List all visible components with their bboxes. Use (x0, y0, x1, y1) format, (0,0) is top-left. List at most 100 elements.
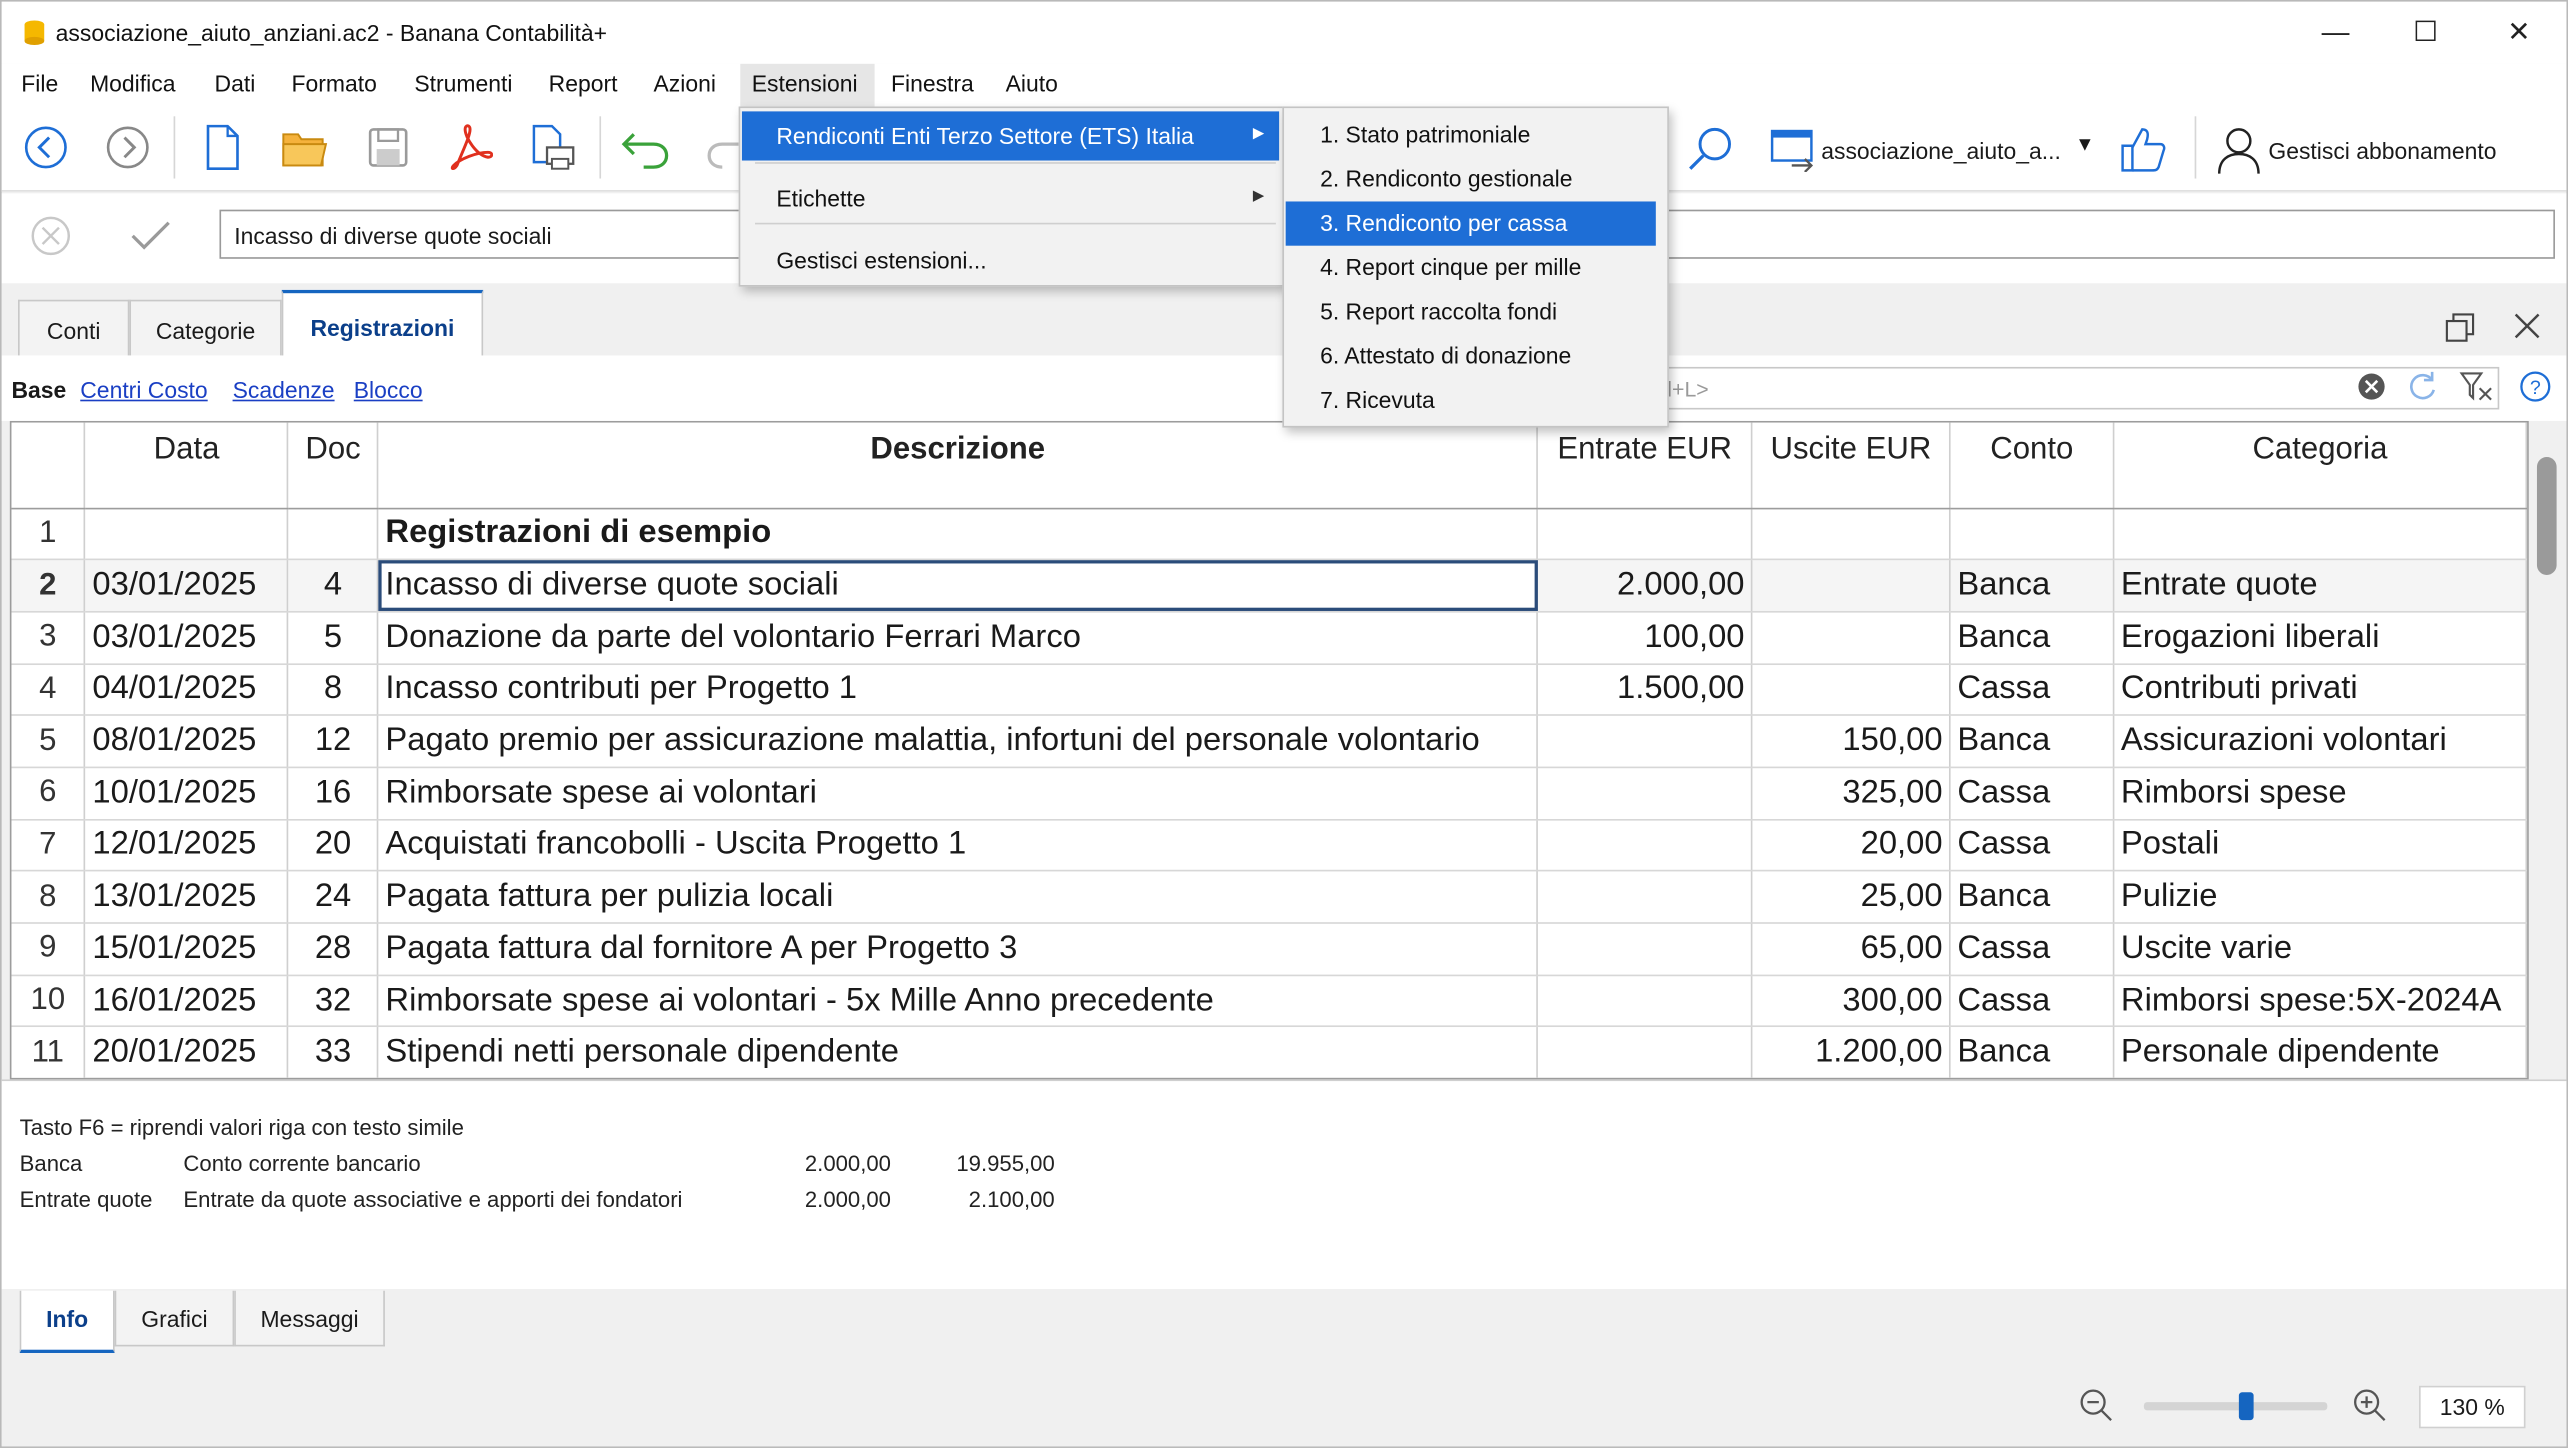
expense-cell[interactable]: 150,00 (1751, 715, 1951, 769)
print-preview-icon[interactable] (527, 123, 576, 172)
zoom-out-icon[interactable] (2078, 1387, 2114, 1423)
menu-item-etichette[interactable]: Etichette (742, 174, 1279, 223)
expense-cell[interactable] (1751, 559, 1951, 613)
save-icon[interactable] (365, 124, 411, 170)
income-cell[interactable] (1537, 1026, 1753, 1078)
account-cell[interactable] (1949, 507, 2115, 561)
doc-cell[interactable]: 24 (288, 871, 379, 924)
close-button[interactable]: ✕ (2475, 2, 2563, 64)
menu-report[interactable]: Report (545, 70, 620, 96)
doc-cell[interactable]: 20 (288, 819, 379, 872)
expense-cell[interactable]: 1.200,00 (1751, 1026, 1951, 1078)
menu-strumenti[interactable]: Strumenti (411, 70, 516, 96)
menu-item-gestisci-estensioni[interactable]: Gestisci estensioni... (742, 236, 1279, 285)
category-cell[interactable]: Personale dipendente (2113, 1026, 2528, 1078)
category-cell[interactable]: Rimborsi spese:5X-2024A (2113, 974, 2528, 1028)
header-uscite[interactable]: Uscite EUR (1751, 422, 1951, 509)
file-selector[interactable]: associazione_aiuto_a... (1821, 138, 2061, 164)
income-cell[interactable] (1537, 767, 1753, 821)
refresh-icon[interactable] (2406, 370, 2439, 403)
manage-subscription-button[interactable]: Gestisci abbonamento (2268, 138, 2496, 164)
income-cell[interactable] (1537, 819, 1753, 872)
header-descrizione[interactable]: Descrizione (378, 422, 1539, 509)
category-cell[interactable]: Postali (2113, 819, 2528, 872)
header-conto[interactable]: Conto (1949, 422, 2115, 509)
view-base[interactable]: Base (11, 377, 66, 403)
header-doc[interactable]: Doc (288, 422, 379, 509)
header-entrate[interactable]: Entrate EUR (1537, 422, 1753, 509)
tab-categorie[interactable]: Categorie (129, 299, 282, 356)
date-cell[interactable]: 03/01/2025 (85, 559, 289, 613)
scrollbar-thumb[interactable] (2536, 457, 2557, 575)
income-cell[interactable]: 2.000,00 (1537, 559, 1753, 613)
income-cell[interactable]: 1.500,00 (1537, 663, 1753, 717)
expense-cell[interactable] (1751, 663, 1951, 717)
doc-cell[interactable]: 32 (288, 974, 379, 1028)
close-table-icon[interactable] (2512, 311, 2541, 340)
doc-cell[interactable]: 4 (288, 559, 379, 613)
menu-aiuto[interactable]: Aiuto (1002, 70, 1061, 96)
minimize-button[interactable]: — (2291, 2, 2379, 64)
submenu-report-raccolta-fondi[interactable]: 5. Report raccolta fondi (1286, 290, 1656, 334)
restore-window-icon[interactable] (2444, 311, 2477, 344)
date-cell[interactable]: 20/01/2025 (85, 1026, 289, 1078)
expense-cell[interactable] (1751, 507, 1951, 561)
description-cell[interactable]: Stipendi netti personale dipendente (378, 1026, 1539, 1078)
date-cell[interactable] (85, 507, 289, 561)
menu-azioni[interactable]: Azioni (650, 70, 719, 96)
view-centri-costo[interactable]: Centri Costo (80, 377, 207, 403)
expense-cell[interactable]: 65,00 (1751, 923, 1951, 976)
undo-icon[interactable] (621, 128, 673, 171)
submenu-rendiconto-per-cassa[interactable]: 3. Rendiconto per cassa (1285, 201, 1656, 246)
open-folder-icon[interactable] (280, 124, 329, 170)
account-cell[interactable]: Banca (1949, 871, 2115, 924)
income-cell[interactable] (1537, 923, 1753, 976)
menu-finestra[interactable]: Finestra (888, 70, 977, 96)
zoom-slider[interactable] (2143, 1402, 2328, 1411)
new-file-icon[interactable] (201, 123, 244, 172)
help-icon[interactable]: ? (2519, 370, 2552, 403)
thumbs-up-icon[interactable] (2116, 123, 2168, 175)
date-cell[interactable]: 08/01/2025 (85, 715, 289, 769)
tab-conti[interactable]: Conti (18, 299, 130, 356)
menu-item-rendiconti-ets[interactable]: Rendiconti Enti Terzo Settore (ETS) Ital… (741, 111, 1280, 161)
description-cell[interactable]: Incasso contributi per Progetto 1 (378, 663, 1539, 717)
tab-registrazioni[interactable]: Registrazioni (281, 289, 484, 358)
table-row[interactable]: 2 03/01/2025 4 Incasso di diverse quote soc… (11, 559, 2528, 613)
view-scadenze[interactable]: Scadenze (233, 377, 335, 403)
header-categoria[interactable]: Categoria (2113, 422, 2528, 509)
description-cell[interactable]: Pagata fattura dal fornitore A per Proge… (378, 923, 1539, 976)
description-cell[interactable]: Rimborsate spese ai volontari (378, 767, 1539, 821)
confirm-edit-icon[interactable] (128, 216, 174, 255)
submenu-ricevuta[interactable]: 7. Ricevuta (1286, 378, 1656, 422)
category-cell[interactable]: Assicurazioni volontari (2113, 715, 2528, 769)
income-cell[interactable] (1537, 715, 1753, 769)
account-cell[interactable]: Banca (1949, 559, 2115, 613)
menu-file[interactable]: File (18, 70, 62, 96)
submenu-rendiconto-gestionale[interactable]: 2. Rendiconto gestionale (1286, 157, 1656, 201)
account-cell[interactable]: Cassa (1949, 767, 2115, 821)
view-blocco[interactable]: Blocco (354, 377, 423, 403)
filter-clear-icon[interactable] (2458, 370, 2494, 403)
header-data[interactable]: Data (85, 422, 289, 509)
doc-cell[interactable]: 12 (288, 715, 379, 769)
doc-cell[interactable]: 5 (288, 611, 379, 665)
category-cell[interactable]: Uscite varie (2113, 923, 2528, 976)
date-cell[interactable]: 15/01/2025 (85, 923, 289, 976)
cancel-edit-icon[interactable] (29, 215, 72, 258)
pdf-icon[interactable] (447, 123, 493, 172)
menu-modifica[interactable]: Modifica (87, 70, 179, 96)
category-cell[interactable]: Entrate quote (2113, 559, 2528, 613)
tab-grafici[interactable]: Grafici (114, 1290, 235, 1347)
description-cell[interactable]: Incasso di diverse quote sociali (378, 559, 1539, 613)
account-cell[interactable]: Cassa (1949, 819, 2115, 872)
category-cell[interactable]: Rimborsi spese (2113, 767, 2528, 821)
search-icon[interactable] (1685, 124, 1734, 173)
menu-dati[interactable]: Dati (211, 70, 258, 96)
category-cell[interactable] (2113, 507, 2528, 561)
date-cell[interactable]: 13/01/2025 (85, 871, 289, 924)
submenu-attestato-donazione[interactable]: 6. Attestato di donazione (1286, 334, 1656, 378)
doc-cell[interactable]: 33 (288, 1026, 379, 1078)
forward-icon[interactable] (105, 124, 151, 170)
date-cell[interactable]: 12/01/2025 (85, 819, 289, 872)
